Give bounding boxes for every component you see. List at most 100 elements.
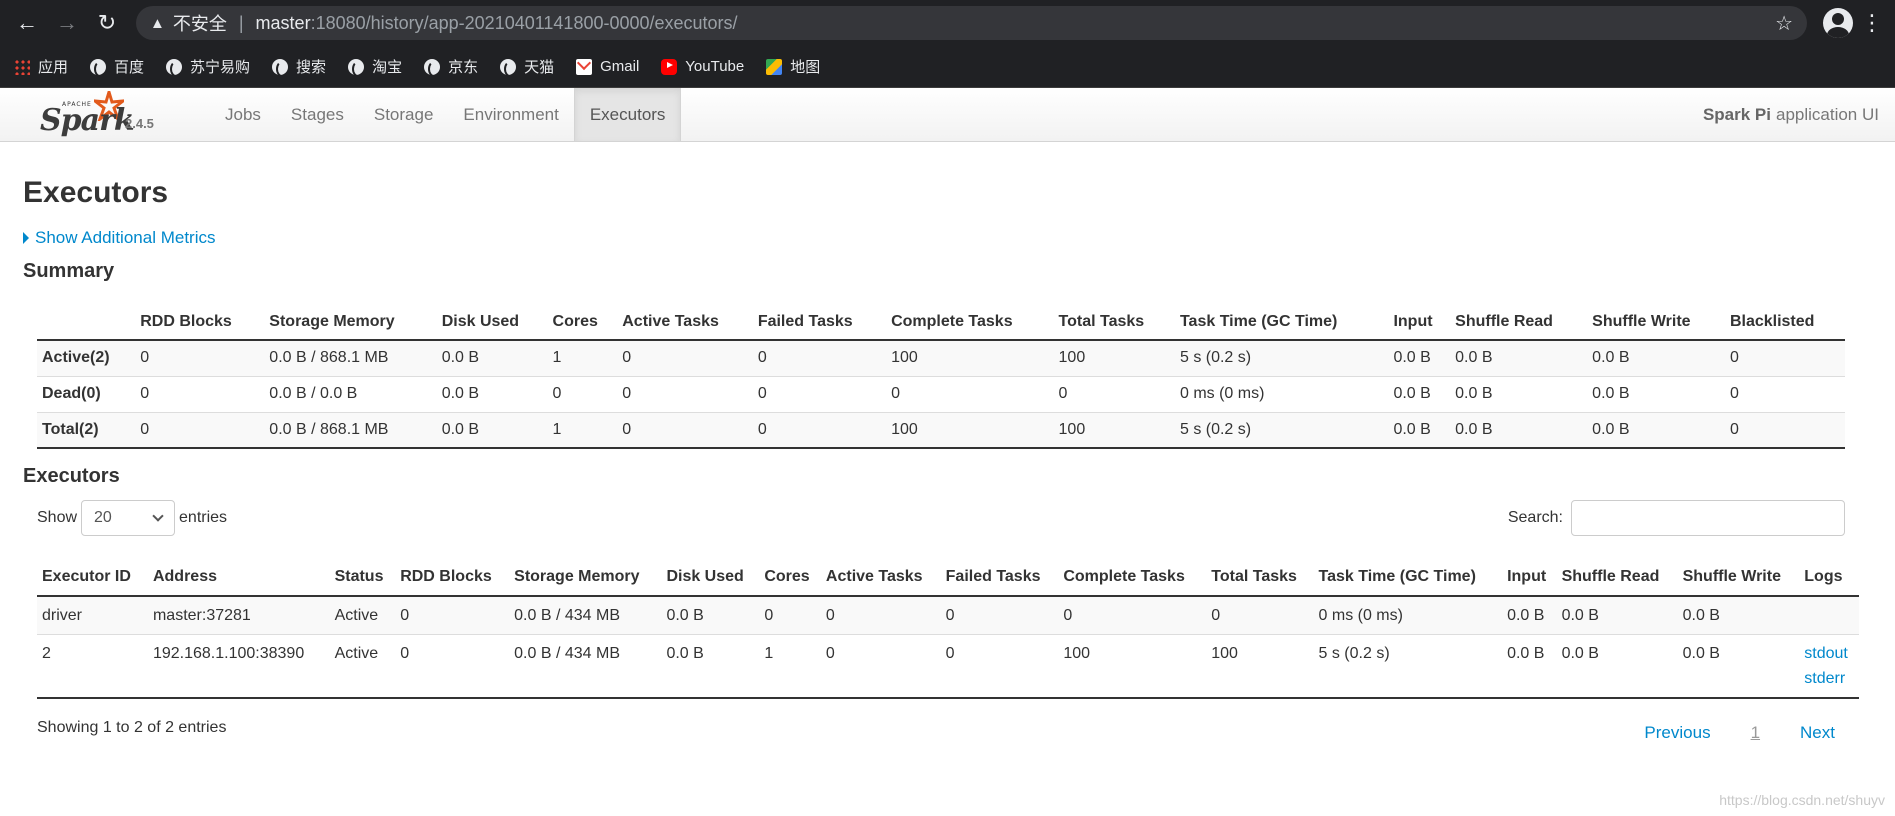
executors-column-header[interactable]: Storage Memory (509, 558, 662, 597)
executors-column-header[interactable]: Address (147, 558, 330, 597)
summary-cell: 0 (752, 375, 887, 412)
executors-column-header[interactable]: Shuffle Write (1677, 558, 1800, 597)
bookmark-item[interactable]: 搜索 (272, 56, 326, 77)
bookmark-item[interactable]: 应用 (14, 56, 68, 77)
bookmark-item[interactable]: 苏宁易购 (166, 56, 250, 77)
tab-executors[interactable]: Executors (573, 88, 682, 141)
app-name: Spark Pi (1702, 105, 1771, 124)
executors-column-header[interactable]: Total Tasks (1206, 558, 1314, 597)
globe-icon (90, 58, 107, 77)
executors-column-header[interactable]: Status (329, 558, 396, 597)
executors-column-header[interactable]: Task Time (GC Time) (1313, 558, 1503, 597)
summary-column-header[interactable]: Active Tasks (617, 305, 753, 341)
bookmark-label: 苏宁易购 (190, 59, 251, 76)
page-content: Executors Show Additional Metrics Summar… (0, 176, 1895, 743)
tab-stages[interactable]: Stages (276, 88, 359, 141)
executors-heading: Executors (23, 465, 120, 487)
summary-cell: 1 (547, 411, 618, 449)
summary-column-header[interactable]: Task Time (GC Time) (1174, 305, 1389, 341)
table-cell: 0.0 B (1502, 595, 1557, 635)
summary-column-header[interactable] (37, 305, 136, 341)
summary-cell: 0.0 B (1450, 411, 1588, 449)
summary-cell: 0 (1724, 339, 1845, 376)
globe-icon (272, 58, 289, 77)
bookmark-item[interactable]: YouTube (661, 58, 744, 75)
bookmark-label: 应用 (38, 59, 69, 76)
tab-environment[interactable]: Environment (448, 88, 573, 141)
spark-brand[interactable]: APACHE Spark 2.4.5 (40, 88, 210, 141)
page-size-select[interactable]: 20 (81, 500, 176, 536)
browser-menu-icon[interactable]: ⋮ (1859, 10, 1885, 36)
summary-column-header[interactable]: Input (1388, 305, 1451, 341)
executors-column-header[interactable]: Logs (1799, 558, 1859, 597)
show-label: Show (37, 509, 78, 526)
profile-avatar-icon[interactable] (1823, 8, 1853, 38)
bookmark-item[interactable]: 百度 (90, 56, 144, 77)
bookmarks-bar: 应用 百度 苏宁易购 搜索 淘宝 京东 天猫 Gmail YouTube 地图 (0, 46, 1895, 88)
summary-cell: 100 (1053, 411, 1175, 449)
executors-column-header[interactable]: RDD Blocks (395, 558, 510, 597)
bookmark-item[interactable]: 天猫 (500, 56, 554, 77)
executors-column-header[interactable]: Failed Tasks (940, 558, 1059, 597)
summary-cell: 0.0 B (1450, 339, 1588, 376)
table-controls: Show 20 entries Search: (37, 498, 1845, 538)
executors-column-header[interactable]: Complete Tasks (1058, 558, 1207, 597)
summary-column-header[interactable]: Disk Used (436, 305, 548, 341)
summary-cell: 0 (1724, 375, 1845, 412)
page-title: Executors (23, 176, 169, 209)
summary-cell: 100 (886, 411, 1054, 449)
bookmark-item[interactable]: 京东 (424, 56, 478, 77)
executors-column-header[interactable]: Active Tasks (820, 558, 941, 597)
summary-column-header[interactable]: Cores (547, 305, 618, 341)
spark-navbar: APACHE Spark 2.4.5 Jobs Stages Storage Envi… (0, 88, 1895, 142)
tab-storage[interactable]: Storage (359, 88, 449, 141)
log-link-stderr[interactable]: stderr (1804, 666, 1855, 691)
summary-column-header[interactable]: RDD Blocks (135, 305, 265, 341)
logo-spark-text: Spark (40, 103, 135, 138)
search-input[interactable] (1571, 500, 1845, 536)
url-path: :18080/history/app-20210401141800-0000/e… (310, 12, 738, 33)
executors-column-header[interactable]: Input (1502, 558, 1557, 597)
executors-column-header[interactable]: Shuffle Read (1556, 558, 1678, 597)
bookmark-item[interactable]: Gmail (576, 58, 639, 75)
reload-icon[interactable]: ↻ (90, 6, 124, 40)
previous-page-button[interactable]: Previous (1644, 723, 1710, 743)
table-cell: 0 (1206, 595, 1314, 635)
back-arrow-icon[interactable]: ← (10, 6, 44, 40)
bookmark-star-icon[interactable]: ☆ (1775, 11, 1793, 36)
next-page-button[interactable]: Next (1800, 723, 1835, 743)
summary-cell: 0 (617, 339, 753, 376)
executors-column-header[interactable]: Cores (759, 558, 821, 597)
address-bar[interactable]: ▲ 不安全 | master:18080/history/app-2021040… (136, 6, 1807, 40)
bookmark-item[interactable]: 地图 (766, 56, 820, 77)
summary-column-header[interactable]: Total Tasks (1053, 305, 1175, 341)
show-additional-metrics-link[interactable]: Show Additional Metrics (23, 228, 1872, 248)
globe-icon (348, 58, 365, 77)
summary-cell: 0.0 B (1587, 339, 1725, 376)
summary-cell: 0 (617, 375, 753, 412)
executors-column-header[interactable]: Disk Used (661, 558, 760, 597)
summary-column-header[interactable]: Failed Tasks (752, 305, 887, 341)
table-cell: 0 (940, 595, 1059, 635)
summary-column-header[interactable]: Storage Memory (264, 305, 437, 341)
bookmark-item[interactable]: 淘宝 (348, 56, 402, 77)
summary-column-header[interactable]: Shuffle Read (1450, 305, 1588, 341)
nav-tabs: Jobs Stages Storage Environment Executors (210, 88, 682, 141)
forward-arrow-icon[interactable]: → (50, 6, 84, 40)
table-cell: 0 (1058, 595, 1207, 635)
tab-jobs[interactable]: Jobs (210, 88, 276, 141)
summary-column-header[interactable]: Complete Tasks (886, 305, 1054, 341)
summary-column-header[interactable]: Shuffle Write (1587, 305, 1725, 341)
summary-cell: 0.0 B (436, 339, 548, 376)
log-link-stdout[interactable]: stdout (1804, 641, 1855, 666)
table-cell: 192.168.1.100:38390 (147, 634, 330, 699)
page-number-button[interactable]: 1 (1751, 723, 1760, 743)
executors-column-header[interactable]: Executor ID (37, 558, 148, 597)
logs-cell (1799, 595, 1859, 635)
bookmark-label: 淘宝 (372, 59, 403, 76)
table-cell: Active (329, 634, 396, 699)
table-cell: master:37281 (147, 595, 330, 635)
summary-column-header[interactable]: Blacklisted (1724, 305, 1845, 341)
bookmark-label: 地图 (790, 59, 821, 76)
globe-icon (500, 58, 517, 77)
